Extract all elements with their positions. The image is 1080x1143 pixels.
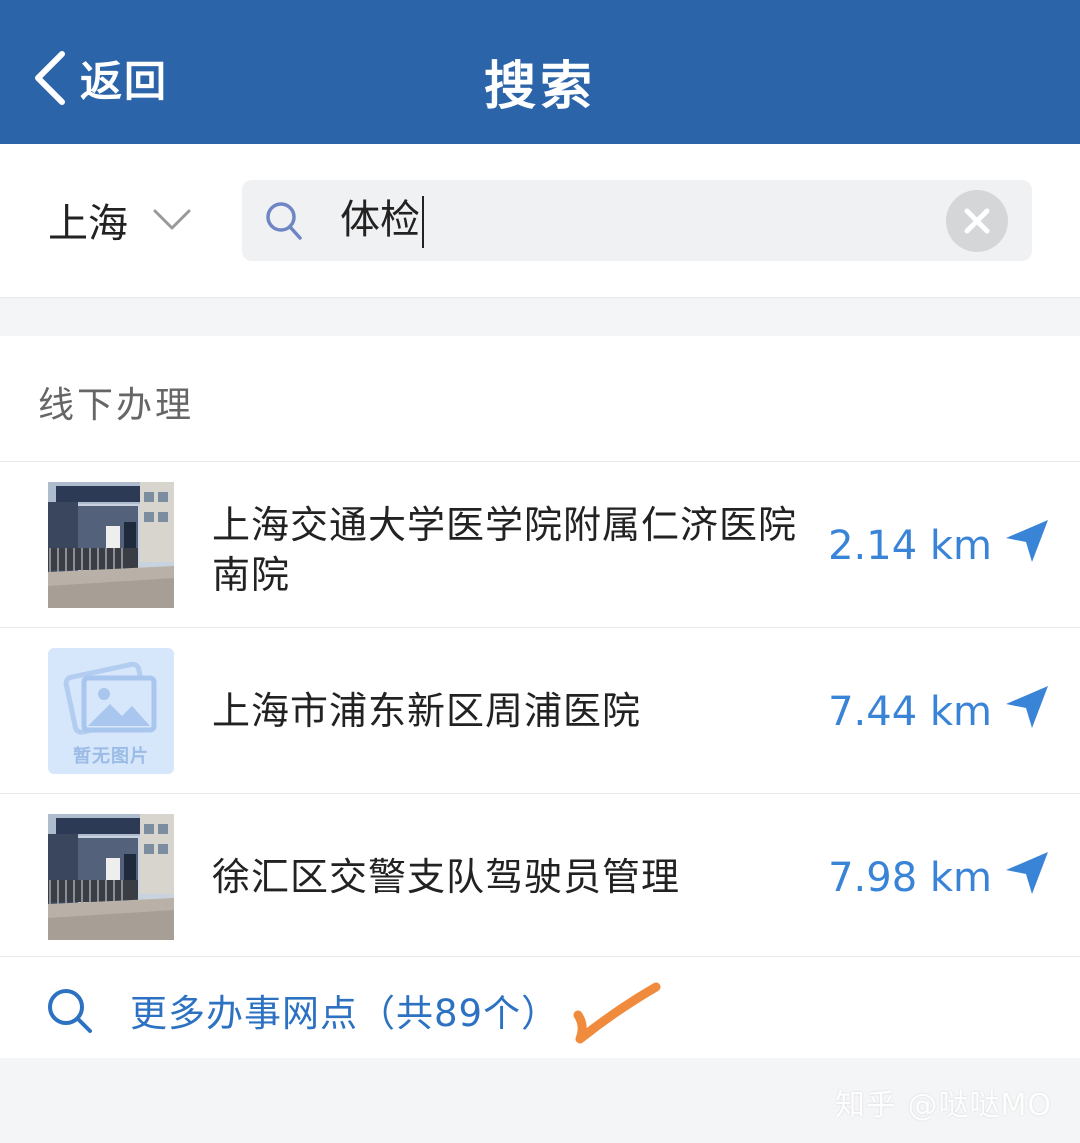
clear-icon — [964, 208, 990, 234]
result-item[interactable]: 上海交通大学医学院附属仁济医院南院 2.14 km — [0, 461, 1080, 627]
search-query[interactable]: 体检 — [340, 180, 424, 261]
city-selector[interactable]: 上海 — [48, 192, 192, 248]
search-input[interactable]: 体检 — [242, 180, 1032, 261]
watermark: 知乎 @哒哒MO — [834, 1088, 1052, 1123]
result-name: 上海交通大学医学院附属仁济医院南院 — [212, 503, 798, 597]
search-icon — [266, 202, 302, 240]
page-title: 搜索 — [483, 57, 596, 117]
building-photo — [48, 814, 174, 940]
navigation-arrow-icon[interactable] — [1004, 850, 1050, 896]
navigation-arrow-icon[interactable] — [1004, 684, 1050, 730]
navigation-arrow-icon[interactable] — [1004, 518, 1050, 564]
section-title: 线下办理 — [38, 385, 195, 426]
result-distance: 7.98 km — [828, 855, 992, 901]
result-distance: 7.44 km — [828, 689, 992, 735]
clear-button[interactable] — [946, 190, 1008, 252]
result-distance: 2.14 km — [828, 523, 992, 569]
more-outlets-link[interactable]: 更多办事网点（共89个） — [0, 956, 1080, 1058]
search-query-text: 体检 — [340, 197, 420, 243]
search-icon — [48, 989, 92, 1033]
result-item[interactable]: 徐汇区交警支队驾驶员管理 7.98 km — [0, 793, 1080, 959]
results-panel: 线下办理 上海交通大学医学院附属仁济医院南院 2.14 km 暂无图片 上海市浦… — [0, 336, 1080, 1058]
placeholder-text: 暂无图片 — [73, 746, 149, 767]
more-outlets-label: 更多办事网点（共89个） — [130, 992, 560, 1035]
building-photo — [48, 482, 174, 608]
text-caret — [422, 196, 424, 248]
result-name: 徐汇区交警支队驾驶员管理 — [212, 855, 681, 899]
search-bar: 上海 体检 — [0, 144, 1080, 298]
chevron-down-icon — [153, 209, 191, 230]
checkmark-annotation — [573, 982, 661, 1044]
result-name: 上海市浦东新区周浦医院 — [212, 689, 642, 733]
city-label: 上海 — [48, 201, 128, 247]
image-placeholder: 暂无图片 — [48, 648, 174, 774]
app-header: 返回 搜索 — [0, 0, 1080, 144]
result-item[interactable]: 暂无图片 上海市浦东新区周浦医院 7.44 km — [0, 627, 1080, 793]
